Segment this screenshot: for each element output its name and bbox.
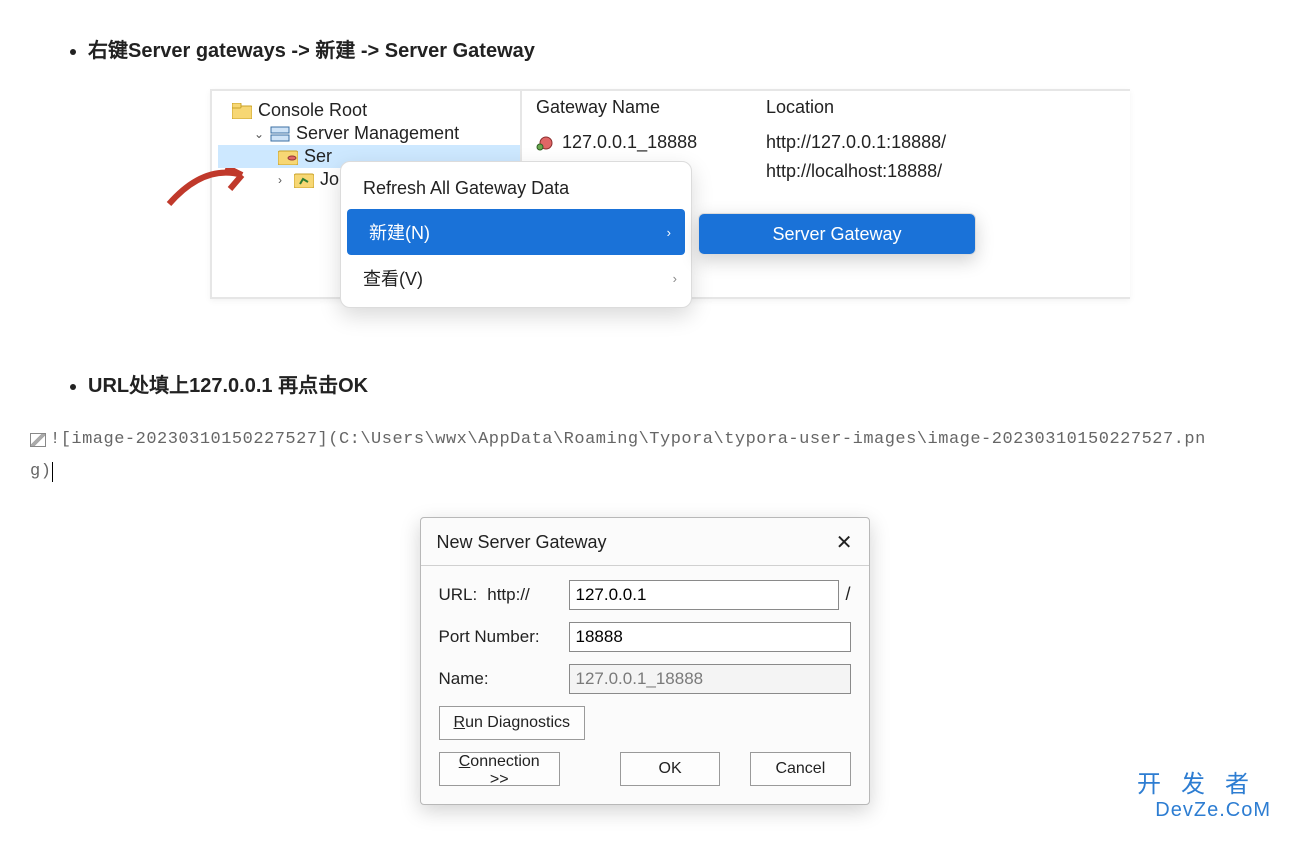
name-label: Name:: [439, 669, 489, 689]
tree-server-management[interactable]: ⌄ Server Management: [218, 122, 520, 145]
url-trailing-slash: /: [845, 584, 850, 605]
chevron-right-icon[interactable]: ›: [278, 173, 292, 187]
chevron-down-icon[interactable]: ⌄: [254, 127, 268, 141]
text-cursor: [52, 462, 53, 482]
tree-label: Console Root: [258, 100, 367, 121]
watermark-cn: 开发者: [1137, 771, 1271, 799]
submenu-server-gateway[interactable]: Server Gateway: [698, 213, 976, 255]
gateway-location: http://127.0.0.1:18888/: [766, 132, 1130, 153]
watermark-en: DevZe.CoM: [1137, 799, 1271, 822]
ctx-item-label: Refresh All Gateway Data: [363, 178, 569, 199]
list-header: Gateway Name Location: [536, 97, 1130, 128]
markdown-broken-image: ![image-20230310150227527](C:\Users\wwx\…: [30, 424, 1259, 489]
url-scheme: http://: [487, 585, 530, 605]
server-management-icon: [270, 126, 290, 142]
ok-button[interactable]: OK: [620, 752, 720, 786]
dialog-title: New Server Gateway: [437, 532, 607, 553]
chevron-right-icon: ›: [673, 271, 677, 286]
gateway-name: 127.0.0.1_18888: [562, 132, 697, 153]
url-label: URL:: [439, 585, 478, 605]
url-input[interactable]: [569, 580, 840, 610]
submenu-label: Server Gateway: [772, 224, 901, 245]
ctx-item-label: 新建(N): [369, 219, 430, 245]
context-menu: Refresh All Gateway Data 新建(N) › 查看(V) ›: [340, 161, 692, 308]
port-input[interactable]: [569, 622, 851, 652]
database-folder-icon: [278, 149, 298, 165]
connection-button[interactable]: Connection >>: [439, 752, 560, 786]
col-header-gateway-name[interactable]: Gateway Name: [536, 97, 766, 118]
ctx-view[interactable]: 查看(V) ›: [341, 255, 691, 301]
gateway-icon: [536, 135, 556, 151]
tree-label: Ser: [304, 146, 332, 167]
step-1-title: 右键Server gateways -> 新建 -> Server Gatewa…: [88, 34, 1259, 63]
step-2-title: URL处填上127.0.0.1 再点击OK: [88, 369, 1259, 398]
tree-label: Server Management: [296, 123, 459, 144]
new-server-gateway-dialog: New Server Gateway ✕ URL: http:// / Port: [420, 517, 870, 805]
gateway-location: http://localhost:18888/: [766, 161, 1130, 182]
watermark: 开发者 DevZe.CoM: [1137, 771, 1271, 822]
port-label: Port Number:: [439, 627, 540, 647]
chevron-right-icon: ›: [667, 225, 671, 240]
close-icon[interactable]: ✕: [836, 530, 853, 555]
jobs-folder-icon: [294, 172, 314, 188]
list-row[interactable]: 127.0.0.1_18888 http://127.0.0.1:18888/: [536, 128, 1130, 157]
cancel-button[interactable]: Cancel: [750, 752, 850, 786]
ctx-item-label: 查看(V): [363, 265, 423, 291]
broken-image-icon: [30, 433, 46, 447]
col-header-location[interactable]: Location: [766, 97, 1130, 118]
tree-console-root[interactable]: Console Root: [218, 99, 520, 122]
name-input[interactable]: [569, 664, 851, 694]
screenshot-context-menu: Console Root ⌄ Server Management Ser: [210, 89, 1130, 299]
run-diagnostics-button[interactable]: Run Diagnostics: [439, 706, 586, 740]
markdown-text: g): [30, 456, 51, 488]
markdown-text: ![image-20230310150227527](C:\Users\wwx\…: [50, 424, 1206, 456]
ctx-new[interactable]: 新建(N) ›: [347, 209, 685, 255]
folder-icon: [232, 103, 252, 119]
ctx-refresh-all[interactable]: Refresh All Gateway Data: [341, 168, 691, 209]
